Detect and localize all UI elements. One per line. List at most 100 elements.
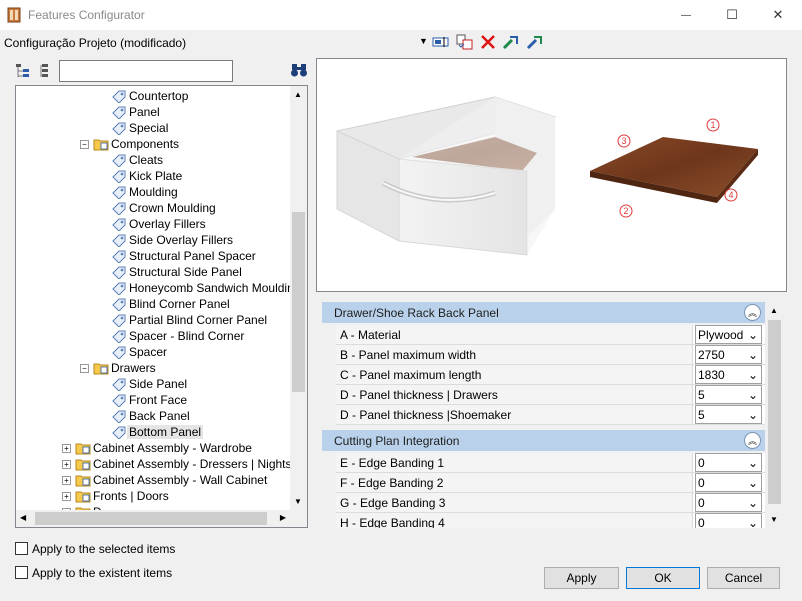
tree-item[interactable]: Blind Corner Panel xyxy=(98,296,232,312)
tree-horizontal-scrollbar[interactable]: ◀ ▶ xyxy=(16,510,290,527)
property-row[interactable]: B - Panel maximum width 2750 ⌄ xyxy=(336,345,765,365)
tree-item[interactable]: Structural Panel Spacer xyxy=(98,248,258,264)
tree-item[interactable]: + Cabinet Assembly - Wardrobe xyxy=(62,440,254,456)
tree-item[interactable]: Kick Plate xyxy=(98,168,184,184)
tree-item-label: Front Face xyxy=(129,393,188,407)
property-value-dropdown[interactable]: Plywood ⌄ xyxy=(695,325,762,344)
collapse-all-icon[interactable] xyxy=(38,63,54,79)
tree-item-label: Partial Blind Corner Panel xyxy=(129,313,268,327)
property-row[interactable]: D - Panel thickness | Drawers 5 ⌄ xyxy=(336,385,765,405)
property-name: A - Material xyxy=(336,325,693,344)
tree-scroll-thumb[interactable] xyxy=(292,212,305,392)
tree-item[interactable]: Countertop xyxy=(98,88,190,104)
folder-icon xyxy=(75,475,91,487)
tree-item[interactable]: Spacer xyxy=(98,344,169,360)
cancel-button[interactable]: Cancel xyxy=(707,567,780,589)
collapse-category-button[interactable]: ︽ xyxy=(744,304,761,321)
tag-icon xyxy=(112,410,126,423)
expand-node-icon[interactable]: + xyxy=(62,491,71,501)
project-dropdown-icon[interactable]: ▼ xyxy=(419,36,428,46)
collapse-node-icon[interactable]: − xyxy=(80,139,89,149)
property-row[interactable]: F - Edge Banding 2 0 ⌄ xyxy=(336,473,765,493)
search-input-box[interactable] xyxy=(59,60,233,82)
apply-button[interactable]: Apply xyxy=(544,567,619,589)
property-row[interactable]: A - Material Plywood ⌄ xyxy=(336,325,765,345)
tree-item[interactable]: − Drawers xyxy=(80,360,158,376)
export-icon[interactable] xyxy=(526,34,544,50)
property-value-dropdown[interactable]: 2750 ⌄ xyxy=(695,345,762,364)
search-input[interactable] xyxy=(60,61,232,81)
tree-item[interactable]: Back Panel xyxy=(98,408,192,424)
expand-node-icon[interactable]: + xyxy=(62,459,71,469)
maximize-icon: ☐ xyxy=(726,7,738,22)
tree-item[interactable]: Honeycomb Sandwich Moulding xyxy=(98,280,302,296)
property-value-dropdown[interactable]: 0 ⌄ xyxy=(695,453,762,472)
scroll-left-icon[interactable]: ◀ xyxy=(20,513,26,522)
tree-item[interactable]: Bottom Panel xyxy=(98,424,204,440)
property-name: D - Panel thickness | Drawers xyxy=(336,385,693,404)
ok-button[interactable]: OK xyxy=(626,567,700,589)
tree-item[interactable]: Side Panel xyxy=(98,376,189,392)
scroll-right-icon[interactable]: ▶ xyxy=(280,513,286,522)
tree-item-label: Side Overlay Fillers xyxy=(129,233,234,247)
tree-item[interactable]: Special xyxy=(98,120,170,136)
tree-item[interactable]: Crown Moulding xyxy=(98,200,218,216)
tree-vertical-scrollbar[interactable]: ▲ ▼ xyxy=(290,86,307,510)
tree-item[interactable]: + Cabinet Assembly - Wall Cabinet xyxy=(62,472,269,488)
property-value-dropdown[interactable]: 0 ⌄ xyxy=(695,473,762,492)
tree-item[interactable]: Front Face xyxy=(98,392,189,408)
grid-scroll-thumb[interactable] xyxy=(768,320,781,504)
tree-item[interactable]: − Components xyxy=(80,136,181,152)
property-row[interactable]: E - Edge Banding 1 0 ⌄ xyxy=(336,453,765,473)
property-value-dropdown[interactable]: 1830 ⌄ xyxy=(695,365,762,384)
property-value-dropdown[interactable]: 0 ⌄ xyxy=(695,513,762,528)
collapse-node-icon[interactable]: − xyxy=(80,363,89,373)
edit-field-icon[interactable] xyxy=(432,34,450,50)
close-icon: ✕ xyxy=(772,7,784,22)
expand-node-icon[interactable]: + xyxy=(62,443,71,453)
edge-marker-1: 1 xyxy=(710,120,715,130)
property-row[interactable]: G - Edge Banding 3 0 ⌄ xyxy=(336,493,765,513)
scroll-down-icon[interactable]: ▼ xyxy=(770,515,778,524)
binoculars-icon[interactable] xyxy=(290,62,308,78)
maximize-button[interactable]: ☐ xyxy=(709,0,755,30)
property-grid-scrollbar[interactable]: ▲ ▼ xyxy=(766,302,783,528)
tree-item[interactable]: Side Overlay Fillers xyxy=(98,232,235,248)
property-value-dropdown[interactable]: 5 ⌄ xyxy=(695,385,762,404)
import-icon[interactable] xyxy=(502,34,520,50)
chevron-down-icon: ⌄ xyxy=(747,515,758,529)
property-row[interactable]: H - Edge Banding 4 0 ⌄ xyxy=(336,513,765,528)
delete-icon[interactable] xyxy=(479,34,497,50)
tree-item[interactable]: + Fronts | Doors xyxy=(62,488,171,504)
tree-item[interactable]: Partial Blind Corner Panel xyxy=(98,312,269,328)
property-row[interactable]: C - Panel maximum length 1830 ⌄ xyxy=(336,365,765,385)
property-row[interactable]: D - Panel thickness |Shoemaker 5 ⌄ xyxy=(336,405,765,425)
tree-item[interactable]: Cleats xyxy=(98,152,165,168)
copy-paste-icon[interactable] xyxy=(456,34,474,50)
tree-item[interactable]: Structural Side Panel xyxy=(98,264,244,280)
tag-icon xyxy=(112,122,126,135)
property-name: H - Edge Banding 4 xyxy=(336,513,693,528)
tree-item[interactable]: Overlay Fillers xyxy=(98,216,208,232)
tree-item[interactable]: Spacer - Blind Corner xyxy=(98,328,246,344)
close-button[interactable]: ✕ xyxy=(755,0,801,30)
collapse-category-button[interactable]: ︽ xyxy=(744,432,761,449)
minimize-button[interactable]: — xyxy=(663,0,709,30)
features-tree[interactable]: Countertop Panel Special − Components Cleats K… xyxy=(15,85,308,528)
property-value: Plywood xyxy=(698,327,744,342)
apply-existent-checkbox[interactable] xyxy=(15,566,28,579)
property-name: B - Panel maximum width xyxy=(336,345,693,364)
property-value-dropdown[interactable]: 0 ⌄ xyxy=(695,493,762,512)
scroll-down-icon[interactable]: ▼ xyxy=(294,497,302,506)
scroll-up-icon[interactable]: ▲ xyxy=(294,90,302,99)
scroll-up-icon[interactable]: ▲ xyxy=(770,306,778,315)
edge-marker-4: 4 xyxy=(728,190,733,200)
tree-hscroll-thumb[interactable] xyxy=(35,512,267,525)
expand-node-icon[interactable]: + xyxy=(62,475,71,485)
expand-all-icon[interactable] xyxy=(15,63,31,79)
tree-item[interactable]: Moulding xyxy=(98,184,180,200)
tree-item[interactable]: + Cabinet Assembly - Dressers | Nightstan… xyxy=(62,456,307,472)
apply-selected-checkbox[interactable] xyxy=(15,542,28,555)
property-value-dropdown[interactable]: 5 ⌄ xyxy=(695,405,762,424)
tree-item[interactable]: Panel xyxy=(98,104,162,120)
